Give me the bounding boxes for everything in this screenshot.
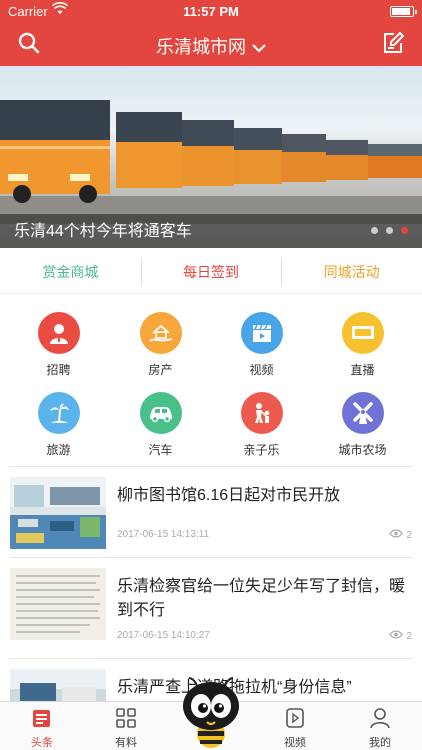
city-selector[interactable]: 乐清城市网 [0, 33, 422, 59]
eye-icon [389, 630, 404, 642]
category-jobs[interactable]: 招聘 [6, 312, 111, 378]
page-title: 乐清城市网 [156, 37, 246, 57]
tab-label: 头条 [31, 737, 53, 749]
news-timestamp: 2017-06-15 14:10:27 [117, 630, 210, 641]
carousel-dot[interactable] [371, 227, 378, 234]
banner-caption: 乐清44个村今年将通客车 [14, 223, 192, 240]
status-time: 11:57 PM [183, 4, 239, 19]
clapperboard-icon [240, 312, 283, 354]
tab-discover[interactable]: 有料 [84, 706, 168, 750]
parent-child-icon [240, 392, 283, 434]
reward-mall-link[interactable]: 赏金商城 [0, 250, 141, 293]
grid-icon [84, 706, 168, 730]
category-label: 直播 [350, 363, 375, 377]
category-cars[interactable]: 汽车 [108, 392, 213, 458]
category-video[interactable]: 视频 [209, 312, 314, 378]
tab-label: 我的 [369, 737, 391, 749]
top-bar: Carrier 11:57 PM 乐清城市网 [0, 0, 422, 66]
tab-profile[interactable]: 我的 [338, 706, 422, 750]
local-events-link[interactable]: 同城活动 [281, 250, 422, 293]
edit-icon[interactable] [380, 30, 406, 56]
category-label: 城市农场 [338, 443, 387, 457]
category-label: 旅游 [46, 443, 71, 457]
windmill-icon [341, 392, 384, 434]
category-realestate[interactable]: 房产 [108, 312, 213, 378]
news-thumbnail-library [10, 477, 106, 549]
news-title: 柳市图书馆6.16日起对市民开放 [117, 487, 341, 504]
view-count: 2 [389, 630, 412, 642]
category-family[interactable]: 亲子乐 [209, 392, 314, 458]
category-label: 视频 [249, 363, 274, 377]
view-count-value: 2 [406, 529, 412, 541]
category-label: 亲子乐 [243, 443, 280, 457]
person-tie-icon [37, 312, 80, 354]
headline-icon [0, 706, 84, 730]
news-item[interactable]: 柳市图书馆6.16日起对市民开放 2017-06-15 14:13:11 2 [10, 466, 412, 557]
daily-checkin-link[interactable]: 每日签到 [140, 250, 282, 293]
category-label: 房产 [148, 363, 173, 377]
view-count: 2 [389, 529, 412, 541]
eye-icon [389, 529, 404, 541]
tab-headline[interactable]: 头条 [0, 706, 84, 750]
bus-fleet-image [0, 100, 422, 224]
view-count-value: 2 [406, 630, 412, 642]
bee-mascot-icon[interactable] [175, 676, 247, 750]
tab-label: 视频 [284, 737, 306, 749]
news-timestamp: 2017-06-15 14:13:11 [117, 529, 210, 540]
banner-carousel[interactable]: 乐清44个村今年将通客车 [0, 66, 422, 248]
live-tag-icon [341, 312, 384, 354]
news-item[interactable]: 乐清检察官给一位失足少年写了封信，暖到不行 2017-06-15 14:10:2… [10, 557, 412, 658]
carousel-dot[interactable] [386, 227, 393, 234]
chevron-down-icon [252, 37, 266, 58]
news-title: 乐清严查上道路拖拉机“身份信息” [117, 679, 352, 696]
tab-video[interactable]: 视频 [253, 706, 337, 750]
category-travel[interactable]: 旅游 [6, 392, 111, 458]
news-thumbnail-letter [10, 568, 106, 640]
category-label: 汽车 [148, 443, 173, 457]
news-title: 乐清检察官给一位失足少年写了封信，暖到不行 [117, 578, 406, 619]
carousel-dots [371, 227, 408, 234]
car-icon [139, 392, 182, 434]
tab-label: 有料 [115, 737, 137, 749]
status-bar: Carrier 11:57 PM [0, 0, 422, 22]
profile-icon [338, 706, 422, 730]
category-label: 招聘 [46, 363, 71, 377]
quick-links: 赏金商城 每日签到 同城活动 [0, 250, 422, 294]
palm-tree-icon [37, 392, 80, 434]
carousel-dot-active[interactable] [401, 227, 408, 234]
battery-icon [390, 6, 417, 17]
house-hand-icon [139, 312, 182, 354]
video-icon [253, 706, 337, 730]
category-farm[interactable]: 城市农场 [310, 392, 415, 458]
category-live[interactable]: 直播 [310, 312, 415, 378]
